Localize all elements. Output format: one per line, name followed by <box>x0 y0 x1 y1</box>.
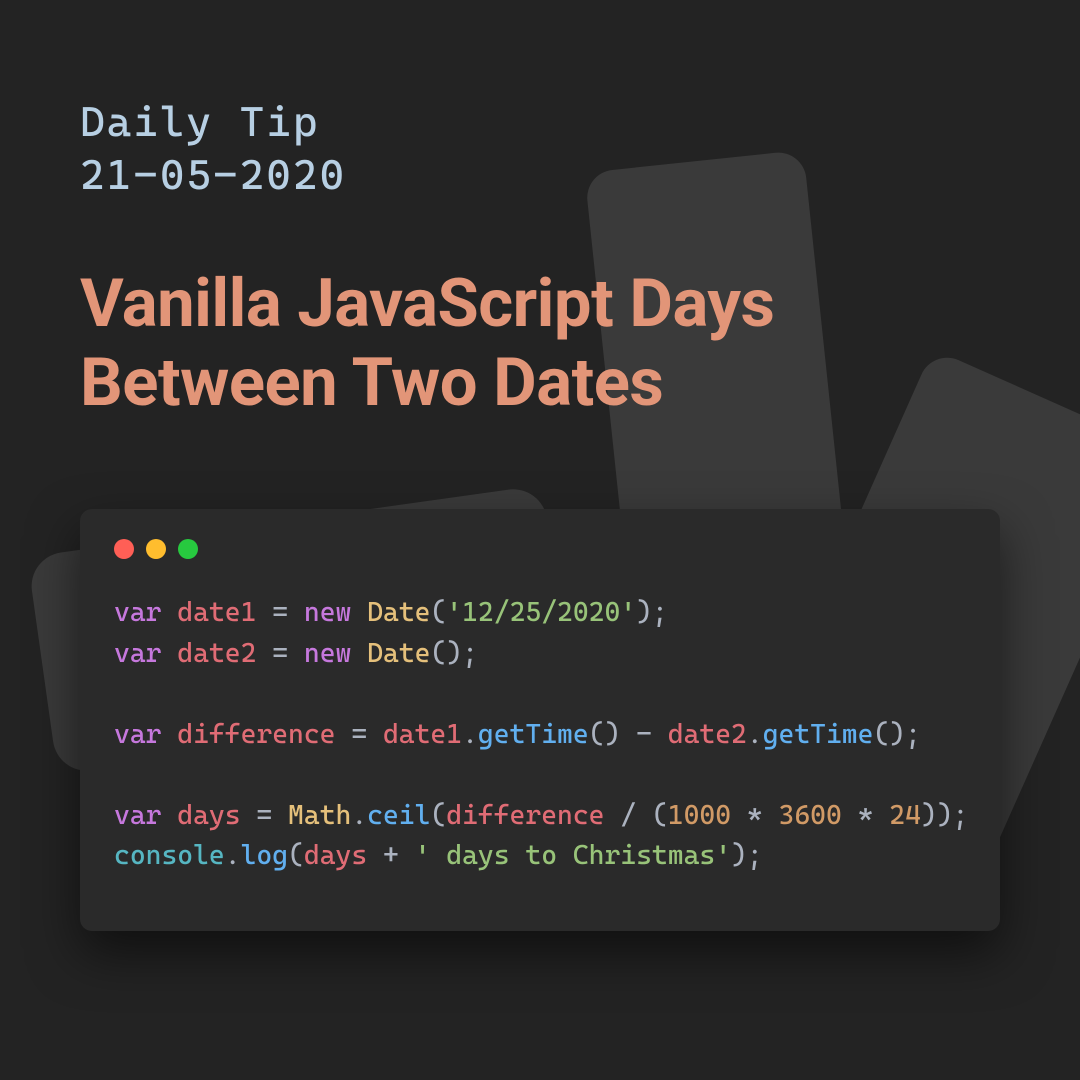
code-window: var date1 = new Date('12/25/2020'); var … <box>80 509 1000 931</box>
code-token: ( <box>430 800 446 831</box>
code-token: new <box>304 597 351 628</box>
kicker-label: Daily Tip <box>80 96 1000 149</box>
code-token: date1 <box>177 597 256 628</box>
code-token: . <box>747 719 763 750</box>
code-token: ceil <box>367 800 430 831</box>
page-title: Vanilla JavaScript Days Between Two Date… <box>80 265 1000 423</box>
code-token: ( <box>430 597 446 628</box>
code-token: log <box>241 840 288 871</box>
code-token: ( <box>288 840 304 871</box>
code-token: Math <box>288 800 351 831</box>
code-token: = <box>256 638 303 669</box>
code-token: date1 <box>383 719 462 750</box>
code-token: )); <box>921 800 968 831</box>
code-token: new <box>304 638 351 669</box>
code-token: difference <box>446 800 604 831</box>
code-token: getTime <box>478 719 589 750</box>
code-token: ); <box>731 840 763 871</box>
code-token: days <box>304 840 367 871</box>
code-token: (); <box>430 638 477 669</box>
code-block: var date1 = new Date('12/25/2020'); var … <box>114 593 966 877</box>
code-token: date2 <box>668 719 747 750</box>
code-token: = <box>336 719 383 750</box>
code-token: 3600 <box>779 800 842 831</box>
code-token: ' days to Christmas' <box>415 840 731 871</box>
code-token: Date <box>367 638 430 669</box>
code-token: 24 <box>889 800 921 831</box>
code-token: = <box>256 597 303 628</box>
code-token: '12/25/2020' <box>446 597 636 628</box>
code-token: . <box>462 719 478 750</box>
code-token: 1000 <box>668 800 731 831</box>
code-token: . <box>351 800 367 831</box>
kicker: Daily Tip 21-05-2020 <box>80 96 1000 201</box>
code-token: difference <box>177 719 335 750</box>
code-token: console <box>114 840 225 871</box>
code-token: var <box>114 800 161 831</box>
code-token: Date <box>367 597 430 628</box>
minimize-icon <box>146 539 166 559</box>
code-token: + <box>367 840 414 871</box>
maximize-icon <box>178 539 198 559</box>
window-traffic-lights <box>114 539 966 559</box>
code-token: getTime <box>763 719 874 750</box>
close-icon <box>114 539 134 559</box>
code-token: ); <box>636 597 668 628</box>
code-token: (); <box>873 719 920 750</box>
code-token: * <box>731 800 778 831</box>
code-token: / ( <box>604 800 667 831</box>
card-content: Daily Tip 21-05-2020 Vanilla JavaScript … <box>0 0 1080 931</box>
code-token: = <box>241 800 288 831</box>
code-token: * <box>842 800 889 831</box>
code-token: () - <box>589 719 668 750</box>
code-token: var <box>114 719 161 750</box>
kicker-date: 21-05-2020 <box>80 149 1000 202</box>
code-token: days <box>177 800 240 831</box>
code-token: . <box>225 840 241 871</box>
code-token: var <box>114 638 161 669</box>
code-token: date2 <box>177 638 256 669</box>
code-token: var <box>114 597 161 628</box>
